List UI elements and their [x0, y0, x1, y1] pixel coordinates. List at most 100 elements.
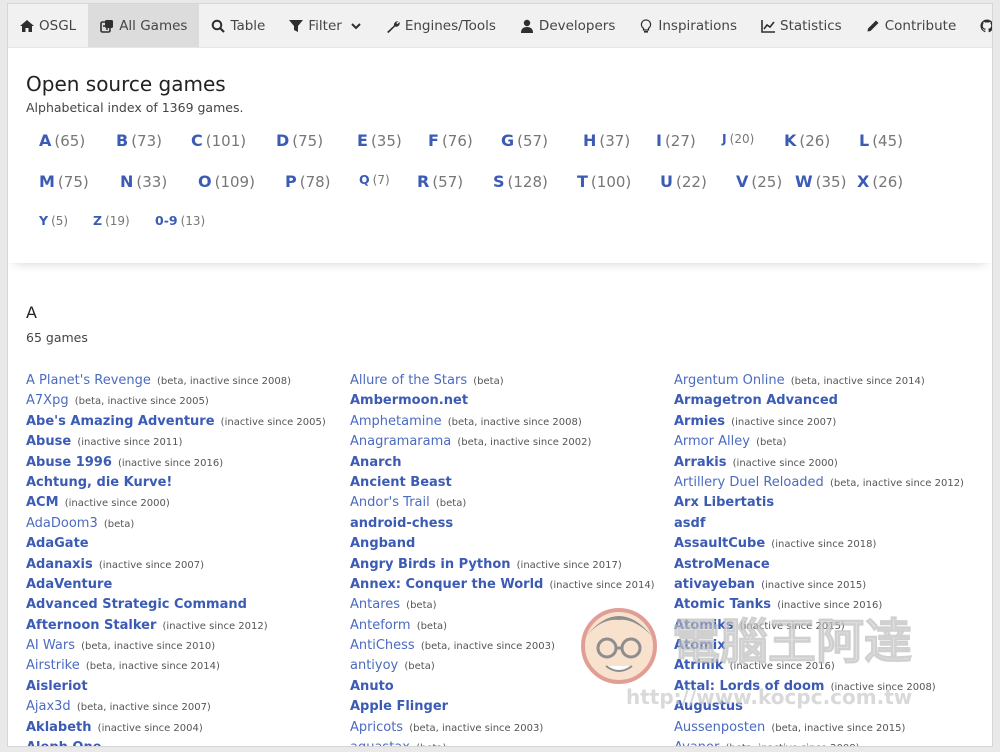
game-link[interactable]: Abuse [26, 434, 71, 449]
game-link[interactable]: Armor Alley [674, 434, 750, 449]
game-link[interactable]: Andor's Trail [350, 495, 430, 510]
game-link[interactable]: Anuto [350, 679, 394, 694]
game-link[interactable]: Anarch [350, 455, 401, 470]
game-link[interactable]: Atomix [674, 638, 726, 653]
game-link[interactable]: AssaultCube [674, 536, 765, 551]
letter-link-v[interactable]: V (25) [736, 172, 795, 213]
game-link[interactable]: Angry Birds in Python [350, 557, 511, 572]
list-item: A Planet's Revenge (beta, inactive since… [26, 371, 350, 391]
game-link[interactable]: AdaGate [26, 536, 89, 551]
letter-label: J [722, 131, 727, 146]
game-link[interactable]: Ancient Beast [350, 475, 452, 490]
game-link[interactable]: AI Wars [26, 638, 75, 653]
game-link[interactable]: Ajax3d [26, 699, 71, 714]
game-link[interactable]: AstroMenace [674, 557, 770, 572]
letter-link-s[interactable]: S (128) [493, 172, 577, 213]
game-link[interactable]: android-chess [350, 516, 453, 531]
game-link[interactable]: Apple Flinger [350, 699, 448, 714]
letter-link-0-9[interactable]: 0-9 (13) [155, 213, 227, 247]
game-link[interactable]: antiyoy [350, 658, 398, 673]
game-link[interactable]: Apricots [350, 720, 403, 735]
letter-link-z[interactable]: Z (19) [93, 213, 155, 247]
letter-link-x[interactable]: X (26) [857, 172, 916, 213]
game-link[interactable]: ACM [26, 495, 59, 510]
game-link[interactable]: Attal: Lords of doom [674, 679, 824, 694]
nav-osgl[interactable]: OSGL [8, 4, 88, 47]
game-link[interactable]: aquastax [350, 740, 410, 746]
game-link[interactable]: A7Xpg [26, 393, 69, 408]
game-link[interactable]: AdaVenture [26, 577, 112, 592]
letter-link-i[interactable]: I (27) [656, 131, 722, 172]
game-link[interactable]: Anteform [350, 618, 411, 633]
letter-link-l[interactable]: L (45) [859, 131, 926, 172]
letter-link-g[interactable]: G (57) [501, 131, 583, 172]
nav-engines-tools[interactable]: Engines/Tools [374, 4, 508, 47]
letter-link-u[interactable]: U (22) [660, 172, 736, 213]
letter-label: M [39, 172, 55, 191]
game-link[interactable]: Anagramarama [350, 434, 451, 449]
game-link[interactable]: Arx Libertatis [674, 495, 774, 510]
letter-link-m[interactable]: M (75) [39, 172, 120, 213]
game-link[interactable]: Annex: Conquer the World [350, 577, 543, 592]
game-link[interactable]: Avanor [674, 740, 719, 746]
game-link[interactable]: Armies [674, 414, 725, 429]
game-link[interactable]: Achtung, die Kurve! [26, 475, 172, 490]
nav-contribute[interactable]: Contribute [854, 4, 969, 47]
game-link[interactable]: Abuse 1996 [26, 455, 112, 470]
nav-on-github[interactable]: On GitHub [968, 4, 992, 47]
game-link[interactable]: Afternoon Stalker [26, 618, 156, 633]
letter-link-a[interactable]: A (65) [39, 131, 116, 172]
game-link[interactable]: AntiChess [350, 638, 415, 653]
game-link[interactable]: Adanaxis [26, 557, 93, 572]
nav-inspirations[interactable]: Inspirations [627, 4, 749, 47]
letter-link-d[interactable]: D (75) [276, 131, 357, 172]
letter-link-n[interactable]: N (33) [120, 172, 198, 213]
chart-icon [761, 19, 775, 33]
letter-link-p[interactable]: P (78) [285, 172, 359, 213]
letter-link-w[interactable]: W (35) [795, 172, 857, 213]
game-link[interactable]: Argentum Online [674, 373, 785, 388]
letter-link-t[interactable]: T (100) [577, 172, 660, 213]
game-link[interactable]: Amphetamine [350, 414, 442, 429]
game-link[interactable]: Airstrike [26, 658, 80, 673]
game-link[interactable]: Augustus [674, 699, 743, 714]
game-link[interactable]: Ambermoon.net [350, 393, 468, 408]
nav-all-games[interactable]: All Games [88, 4, 200, 47]
game-link[interactable]: Advanced Strategic Command [26, 597, 247, 612]
letter-link-q[interactable]: Q (7) [359, 172, 417, 206]
nav-table[interactable]: Table [199, 4, 277, 47]
game-link[interactable]: ativayeban [674, 577, 755, 592]
game-link[interactable]: Atrinik [674, 658, 724, 673]
game-link[interactable]: Antares [350, 597, 400, 612]
game-link[interactable]: Aussenposten [674, 720, 765, 735]
nav-filter[interactable]: Filter [277, 4, 373, 47]
letter-link-o[interactable]: O (109) [198, 172, 285, 213]
letter-link-e[interactable]: E (35) [357, 131, 428, 172]
game-link[interactable]: Aleph One [26, 740, 102, 746]
letter-link-f[interactable]: F (76) [428, 131, 501, 172]
letter-link-b[interactable]: B (73) [116, 131, 191, 172]
game-link[interactable]: Arrakis [674, 455, 727, 470]
game-link[interactable]: A Planet's Revenge [26, 373, 151, 388]
list-item: Andor's Trail (beta) [350, 493, 674, 513]
letter-link-r[interactable]: R (57) [417, 172, 493, 213]
game-link[interactable]: Angband [350, 536, 415, 551]
letter-link-h[interactable]: H (37) [583, 131, 656, 172]
letter-link-c[interactable]: C (101) [191, 131, 276, 172]
game-link[interactable]: AdaDoom3 [26, 516, 98, 531]
game-link[interactable]: Atomic Tanks [674, 597, 771, 612]
letter-link-k[interactable]: K (26) [784, 131, 859, 172]
letter-label: Q [359, 172, 370, 187]
game-link[interactable]: Armagetron Advanced [674, 393, 838, 408]
game-link[interactable]: asdf [674, 516, 705, 531]
nav-developers[interactable]: Developers [508, 4, 627, 47]
game-link[interactable]: Aklabeth [26, 720, 92, 735]
nav-statistics[interactable]: Statistics [749, 4, 854, 47]
game-link[interactable]: Abe's Amazing Adventure [26, 414, 215, 429]
letter-link-j[interactable]: J (20) [722, 131, 784, 165]
game-link[interactable]: Artillery Duel Reloaded [674, 475, 824, 490]
game-link[interactable]: Aisleriot [26, 679, 88, 694]
game-link[interactable]: Allure of the Stars [350, 373, 467, 388]
game-link[interactable]: Atomiks [674, 618, 734, 633]
letter-link-y[interactable]: Y (5) [39, 213, 93, 247]
